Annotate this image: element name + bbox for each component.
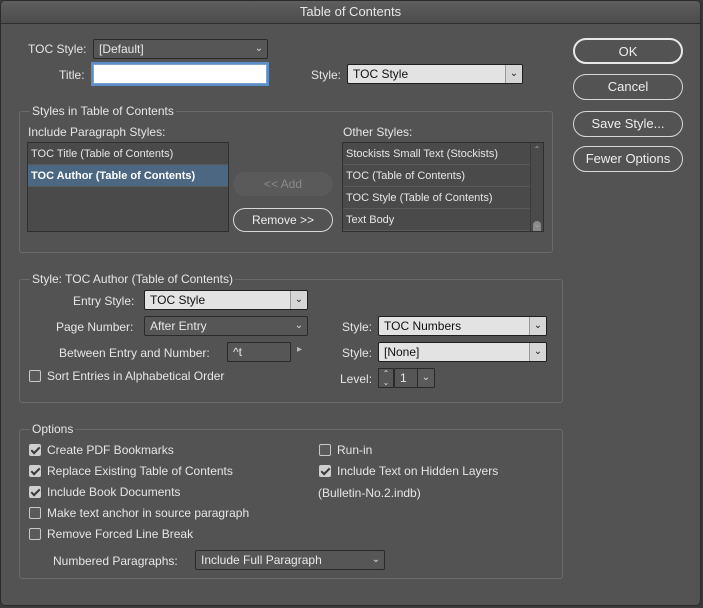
window-title: Table of Contents [1,1,700,24]
style-dropdown[interactable]: TOC Style ⌄ [347,64,523,84]
include-styles-list[interactable]: TOC Title (Table of Contents) TOC Author… [27,142,229,232]
chevron-down-icon: ⌄ [254,43,264,54]
level-dropdown[interactable]: 1 ⌄ [394,368,435,388]
chevron-right-icon[interactable]: ▸ [297,344,302,355]
toc-dialog: Table of Contents TOC Style: [Default] ⌄… [0,0,701,606]
add-button[interactable]: << Add [233,172,333,196]
other-styles-scrollbar[interactable]: ⌃ ⌄ [530,143,543,231]
cancel-button[interactable]: Cancel [573,74,683,100]
include-book-documents-checkbox[interactable] [29,486,41,498]
chevron-down-icon: ⌄ [417,369,434,387]
fewer-options-button[interactable]: Fewer Options [573,146,683,172]
options-title: Options [30,422,76,436]
chevron-down-icon: ⌄ [505,65,522,83]
entry-style-dropdown[interactable]: TOC Style ⌄ [144,290,308,310]
toc-style-dropdown[interactable]: [Default] ⌄ [93,39,268,59]
chevron-down-icon: ⌄ [290,291,307,309]
entry-style-label: Entry Style: [73,294,135,308]
list-item[interactable]: TOC (Table of Contents) [343,165,543,187]
list-item[interactable]: TOC Style (Table of Contents) [343,187,543,209]
remove-button[interactable]: Remove >> [233,208,333,232]
numbered-paragraphs-dropdown[interactable]: Include Full Paragraph ⌄ [195,550,385,570]
chevron-down-icon: ⌄ [371,554,381,565]
book-file-name: (Bulletin-No.2.indb) [318,486,421,500]
sort-entries-checkbox[interactable] [29,370,41,382]
text-anchor-label: Make text anchor in source paragraph [47,506,250,520]
page-number-label: Page Number: [56,320,134,334]
other-styles-label: Other Styles: [343,125,413,139]
chevron-down-icon: ⌄ [294,320,304,331]
replace-existing-checkbox[interactable] [29,465,41,477]
chevron-down-icon: ⌄ [529,343,546,361]
other-styles-list[interactable]: Stockists Small Text (Stockists) TOC (Ta… [342,142,544,232]
replace-existing-label: Replace Existing Table of Contents [47,464,233,478]
include-paragraph-styles-label: Include Paragraph Styles: [28,125,166,139]
number-style-label: Style: [342,320,373,334]
list-item-selected[interactable]: TOC Author (Table of Contents) [28,165,228,187]
chevron-down-icon[interactable]: ⌄ [531,220,543,229]
chevron-up-icon[interactable]: ⌃ [531,145,543,154]
between-style-value: [None] [384,345,420,359]
page-number-value: After Entry [150,319,207,333]
level-stepper-icon[interactable]: ⌃ ⌄ [378,368,394,388]
level-label: Level: [340,372,373,386]
between-style-label: Style: [342,346,373,360]
run-in-label: Run-in [337,443,373,457]
entry-style-value: TOC Style [150,293,206,307]
sort-entries-label: Sort Entries in Alphabetical Order [47,369,225,383]
toc-style-value: [Default] [99,42,144,56]
between-entry-number-input[interactable]: ^t [227,342,291,362]
ok-button[interactable]: OK [573,38,683,64]
numbered-paragraphs-value: Include Full Paragraph [201,553,322,567]
style-label: Style: [311,68,342,82]
text-anchor-checkbox[interactable] [29,507,41,519]
chevron-down-icon: ⌄ [529,317,546,335]
numbered-paragraphs-label: Numbered Paragraphs: [53,554,178,568]
run-in-checkbox[interactable] [319,444,331,456]
hidden-layers-label: Include Text on Hidden Layers [337,464,499,478]
include-book-documents-label: Include Book Documents [47,485,181,499]
title-label: Title: [59,68,85,82]
list-item[interactable]: Stockists Small Text (Stockists) [343,143,543,165]
list-item[interactable]: Text Body [343,209,543,231]
number-style-value: TOC Numbers [384,319,462,333]
title-input[interactable] [93,64,267,84]
level-value: 1 [400,371,407,385]
toc-style-label: TOC Style: [28,42,87,56]
list-item[interactable]: TOC Title (Table of Contents) [28,143,228,165]
entry-style-group-title: Style: TOC Author (Table of Contents) [30,272,235,286]
create-pdf-bookmarks-label: Create PDF Bookmarks [47,443,174,457]
page-number-dropdown[interactable]: After Entry ⌄ [144,316,308,336]
hidden-layers-checkbox[interactable] [319,465,331,477]
between-entry-number-label: Between Entry and Number: [59,346,210,360]
between-style-dropdown[interactable]: [None] ⌄ [378,342,547,362]
remove-forced-line-break-label: Remove Forced Line Break [47,527,194,541]
style-value: TOC Style [353,67,409,81]
create-pdf-bookmarks-checkbox[interactable] [29,444,41,456]
save-style-button[interactable]: Save Style... [573,111,683,137]
styles-in-toc-title: Styles in Table of Contents [30,104,176,118]
remove-forced-line-break-checkbox[interactable] [29,528,41,540]
number-style-dropdown[interactable]: TOC Numbers ⌄ [378,316,547,336]
